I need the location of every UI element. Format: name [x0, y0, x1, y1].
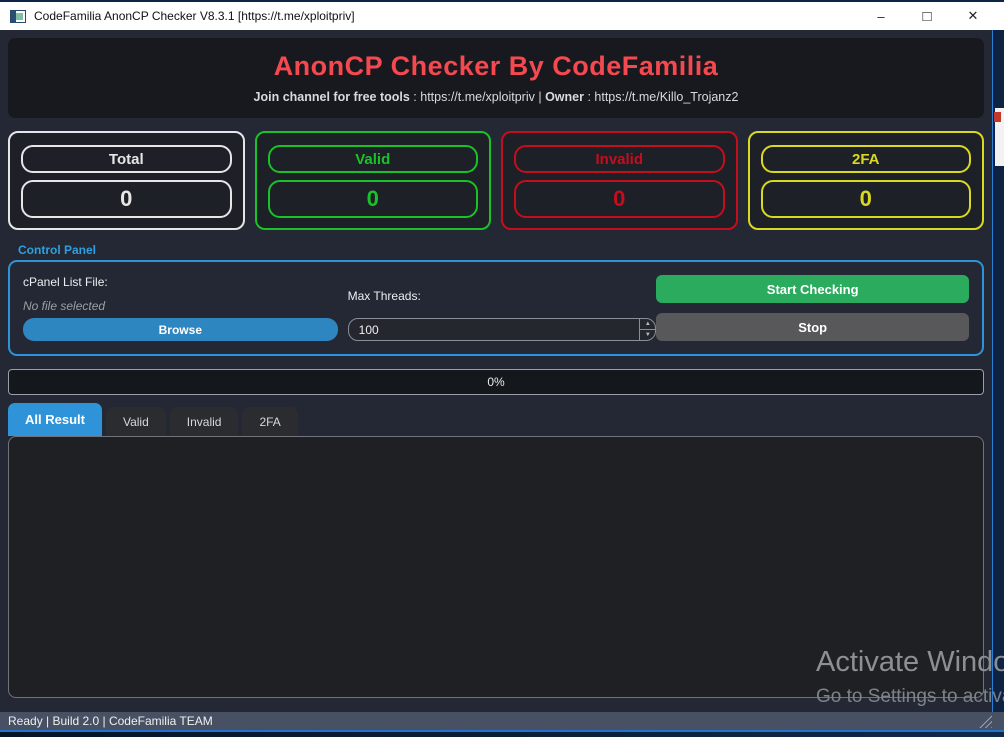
- background-red-fragment: [994, 112, 1001, 122]
- stat-invalid-value: 0: [514, 180, 725, 218]
- stop-button[interactable]: Stop: [656, 313, 969, 341]
- stat-total-label: Total: [21, 145, 232, 173]
- close-button[interactable]: ✕: [950, 2, 996, 30]
- cpanel-list-file-label: cPanel List File:: [23, 275, 108, 289]
- stats-row: Total 0 Valid 0 Invalid 0 2FA 0: [8, 131, 984, 230]
- result-tabs: All Result Valid Invalid 2FA: [8, 403, 984, 436]
- max-threads-value[interactable]: 100: [349, 319, 640, 340]
- max-threads-label: Max Threads:: [347, 289, 421, 303]
- spinner-arrows: ▲ ▼: [639, 319, 656, 340]
- stat-box-valid: Valid 0: [254, 131, 491, 230]
- window-controls: – □ ✕: [858, 2, 996, 30]
- spinner-down-icon[interactable]: ▼: [640, 330, 655, 340]
- tab-all-result[interactable]: All Result: [8, 403, 102, 436]
- stat-box-total: Total 0: [8, 131, 245, 230]
- tab-invalid[interactable]: Invalid: [169, 407, 239, 436]
- stat-invalid-label: Invalid: [514, 145, 725, 173]
- browse-button[interactable]: Browse: [23, 318, 338, 341]
- action-buttons-column: Start Checking Stop: [656, 275, 969, 341]
- subtitle-bold-join: Join channel for free tools: [253, 90, 410, 104]
- progress-bar: 0%: [8, 369, 984, 395]
- minimize-button[interactable]: –: [858, 2, 904, 30]
- header-banner: AnonCP Checker By CodeFamilia Join chann…: [8, 38, 984, 118]
- spinner-up-icon[interactable]: ▲: [640, 319, 656, 330]
- file-column: cPanel List File: No file selected Brows…: [23, 275, 338, 341]
- stat-box-2fa: 2FA 0: [747, 131, 984, 230]
- progress-percent: 0%: [487, 375, 505, 389]
- stat-2fa-value: 0: [760, 180, 971, 218]
- subtitle-bold-owner: Owner: [545, 90, 584, 104]
- file-selected-status: No file selected: [23, 299, 106, 313]
- control-panel-group: cPanel List File: No file selected Brows…: [8, 260, 984, 356]
- subtitle-channel-link: : https://t.me/xploitpriv |: [409, 90, 546, 104]
- results-output-area[interactable]: [8, 436, 984, 698]
- tab-valid[interactable]: Valid: [105, 407, 166, 436]
- status-bar: Ready | Build 2.0 | CodeFamilia TEAM: [0, 712, 1004, 730]
- stat-2fa-label: 2FA: [760, 145, 971, 173]
- stat-total-value: 0: [21, 180, 232, 218]
- tab-2fa[interactable]: 2FA: [242, 407, 298, 436]
- app-window: AnonCP Checker By CodeFamilia Join chann…: [0, 30, 993, 712]
- app-title: AnonCP Checker By CodeFamilia: [273, 51, 719, 81]
- maximize-button[interactable]: □: [904, 2, 950, 30]
- stat-box-invalid: Invalid 0: [501, 131, 738, 230]
- threads-column: Max Threads: 100 ▲ ▼: [347, 275, 657, 341]
- stat-valid-label: Valid: [267, 145, 478, 173]
- resize-grip[interactable]: [978, 714, 992, 728]
- stat-valid-value: 0: [267, 180, 478, 218]
- start-checking-button[interactable]: Start Checking: [656, 275, 969, 303]
- desktop-edge-strip: [994, 30, 1004, 712]
- window-title: CodeFamilia AnonCP Checker V8.3.1 [https…: [34, 9, 355, 23]
- max-threads-spinbox[interactable]: 100 ▲ ▼: [347, 318, 657, 341]
- header-subtitle: Join channel for free tools : https://t.…: [8, 90, 984, 104]
- app-icon: [10, 9, 26, 23]
- desktop-bottom-strip: [0, 732, 1004, 737]
- control-panel-group-label: Control Panel: [18, 243, 97, 257]
- subtitle-owner-link: : https://t.me/Killo_Trojanz2: [583, 90, 739, 104]
- status-text: Ready | Build 2.0 | CodeFamilia TEAM: [8, 714, 213, 728]
- title-bar: CodeFamilia AnonCP Checker V8.3.1 [https…: [0, 0, 1004, 30]
